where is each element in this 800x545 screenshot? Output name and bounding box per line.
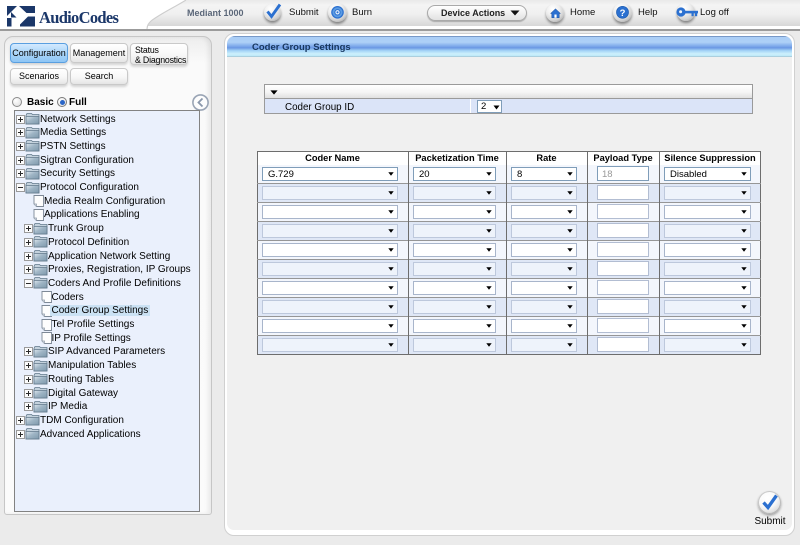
svg-text:AudioCodes: AudioCodes [39,8,119,27]
svg-text:?: ? [620,8,626,19]
